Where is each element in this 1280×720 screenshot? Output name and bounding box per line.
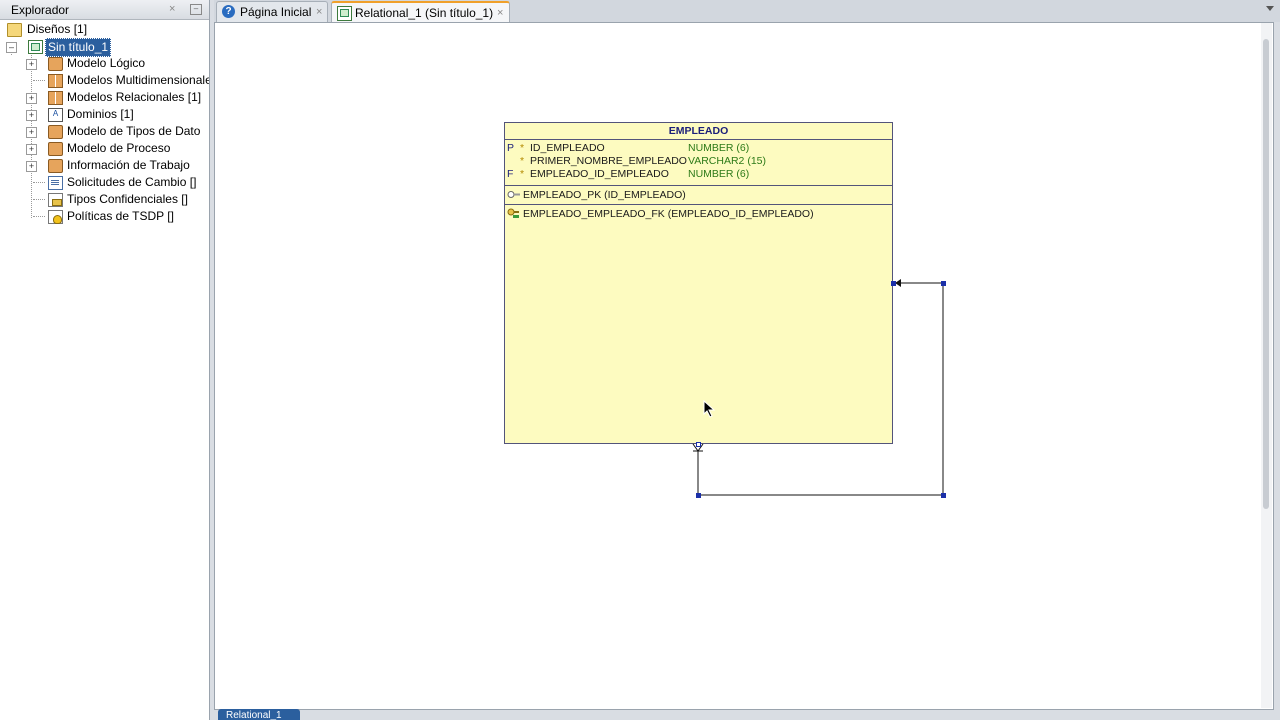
tab-list-dropdown-icon[interactable] xyxy=(1265,4,1275,12)
tab-close-button[interactable]: × xyxy=(316,2,322,23)
tree-item-designs[interactable]: Diseños [1] xyxy=(0,21,209,38)
tree-connector xyxy=(33,216,45,217)
connector-handle[interactable] xyxy=(941,281,946,286)
tree-item-change-requests[interactable]: Solicitudes de Cambio [] xyxy=(0,174,209,191)
connector-handle[interactable] xyxy=(696,442,701,447)
tab-relational-diagram[interactable]: Relational_1 (Sin título_1) × xyxy=(331,1,510,22)
column-type: NUMBER (6) xyxy=(688,142,750,154)
collapse-icon[interactable]: – xyxy=(6,42,17,53)
tree-item-tsdp-policies[interactable]: Políticas de TSDP [] xyxy=(0,208,209,225)
tree-item-label: Políticas de TSDP [] xyxy=(67,209,174,223)
scrollbar-thumb[interactable] xyxy=(1263,39,1269,509)
tree-item-business-info[interactable]: + Información de Trabajo xyxy=(0,157,209,174)
editor-tab-bar: ? Página Inicial × Relational_1 (Sin tít… xyxy=(214,0,1280,22)
column-row[interactable]: F * EMPLEADO_ID_EMPLEADO NUMBER (6) xyxy=(505,168,892,181)
tree-item-relational-models[interactable]: + Modelos Relacionales [1] xyxy=(0,89,209,106)
column-key-flag: F xyxy=(507,168,514,180)
tab-close-button[interactable]: × xyxy=(497,3,503,24)
explorer-close-button[interactable]: × xyxy=(169,3,175,15)
help-icon: ? xyxy=(222,5,235,18)
column-name: EMPLEADO_ID_EMPLEADO xyxy=(530,168,669,180)
column-type: NUMBER (6) xyxy=(688,168,750,180)
design-icon xyxy=(28,40,43,54)
expand-icon[interactable]: + xyxy=(26,127,37,138)
table-empleado[interactable]: EMPLEADO P * ID_EMPLEADO NUMBER (6) * PR… xyxy=(504,122,893,444)
connector-handle[interactable] xyxy=(941,493,946,498)
expand-icon[interactable]: + xyxy=(26,144,37,155)
tree-item-label: Solicitudes de Cambio [] xyxy=(67,175,197,189)
table-columns: P * ID_EMPLEADO NUMBER (6) * PRIMER_NOMB… xyxy=(505,140,892,186)
tree-item-domains[interactable]: + A Dominios [1] xyxy=(0,106,209,123)
column-required-flag: * xyxy=(520,168,525,180)
tab-label: Relational_1 (Sin título_1) xyxy=(355,6,494,20)
diagram-canvas[interactable]: EMPLEADO P * ID_EMPLEADO NUMBER (6) * PR… xyxy=(217,25,1263,707)
tree-item-label: Diseños [1] xyxy=(27,22,88,36)
mouse-cursor-icon xyxy=(703,400,716,418)
tree-connector xyxy=(33,199,45,200)
relational-models-icon xyxy=(48,91,63,105)
process-model-icon xyxy=(48,142,63,156)
multidimensional-icon xyxy=(48,74,63,88)
tree-item-process-model[interactable]: + Modelo de Proceso xyxy=(0,140,209,157)
primary-key-label: EMPLEADO_PK (ID_EMPLEADO) xyxy=(523,189,686,201)
sensitive-types-icon xyxy=(48,193,63,207)
explorer-header: Explorador × – xyxy=(0,0,209,20)
tree-item-design-untitled[interactable]: – Sin título_1 xyxy=(0,38,209,57)
tab-label: Página Inicial xyxy=(240,5,312,19)
tree-item-datatypes-model[interactable]: + Modelo de Tipos de Dato xyxy=(0,123,209,140)
column-key-flag: P xyxy=(507,142,515,154)
tree-item-label: Modelos Multidimensionales xyxy=(67,73,209,87)
explorer-panel: Explorador × – Diseños [1] – Sin título_… xyxy=(0,0,210,720)
change-requests-icon xyxy=(48,176,63,190)
bottom-diagram-tab[interactable]: Relational_1 xyxy=(218,709,300,720)
domains-icon: A xyxy=(48,108,63,122)
tree-item-label: Información de Trabajo xyxy=(67,158,190,172)
tree-connector xyxy=(33,182,45,183)
connector-handle[interactable] xyxy=(891,281,896,286)
tab-start-page[interactable]: ? Página Inicial × xyxy=(216,1,328,22)
connector-handle[interactable] xyxy=(696,493,701,498)
column-required-flag: * xyxy=(520,142,525,154)
foreign-key-icon xyxy=(507,208,519,218)
column-required-flag: * xyxy=(520,155,525,167)
tree-item-label: Dominios [1] xyxy=(67,107,134,121)
tree-connector xyxy=(33,80,45,81)
primary-key-row[interactable]: EMPLEADO_PK (ID_EMPLEADO) xyxy=(505,186,892,205)
vertical-scrollbar[interactable] xyxy=(1261,23,1272,708)
foreign-key-row[interactable]: EMPLEADO_EMPLEADO_FK (EMPLEADO_ID_EMPLEA… xyxy=(505,205,892,223)
explorer-minimize-button[interactable]: – xyxy=(190,4,202,15)
tree-item-label: Modelo Lógico xyxy=(67,56,146,70)
column-name: ID_EMPLEADO xyxy=(530,142,605,154)
tree-item-label: Modelo de Proceso xyxy=(67,141,171,155)
tree-item-label: Modelo de Tipos de Dato xyxy=(67,124,201,138)
business-info-icon xyxy=(48,159,63,173)
relational-diagram-icon xyxy=(337,6,352,21)
expand-icon[interactable]: + xyxy=(26,93,37,104)
column-type: VARCHAR2 (15) xyxy=(688,155,766,167)
tree-item-logical-model[interactable]: + Modelo Lógico xyxy=(0,55,209,72)
tree-item-label: Tipos Confidenciales [] xyxy=(67,192,188,206)
table-name: EMPLEADO xyxy=(505,123,892,140)
folder-icon xyxy=(7,23,22,37)
tree-item-label: Modelos Relacionales [1] xyxy=(67,90,202,104)
column-name: PRIMER_NOMBRE_EMPLEADO xyxy=(530,155,687,167)
column-row[interactable]: * PRIMER_NOMBRE_EMPLEADO VARCHAR2 (15) xyxy=(505,155,892,168)
tree-item-sensitive-types[interactable]: Tipos Confidenciales [] xyxy=(0,191,209,208)
datatypes-model-icon xyxy=(48,125,63,139)
expand-icon[interactable]: + xyxy=(26,59,37,70)
primary-key-icon xyxy=(507,191,520,198)
tree-item-multidimensional-models[interactable]: Modelos Multidimensionales xyxy=(0,72,209,89)
tsdp-policies-icon xyxy=(48,210,63,224)
explorer-title: Explorador xyxy=(11,3,70,17)
expand-icon[interactable]: + xyxy=(26,161,37,172)
column-row[interactable]: P * ID_EMPLEADO NUMBER (6) xyxy=(505,142,892,155)
foreign-key-label: EMPLEADO_EMPLEADO_FK (EMPLEADO_ID_EMPLEA… xyxy=(523,208,814,220)
diagram-canvas-frame: EMPLEADO P * ID_EMPLEADO NUMBER (6) * PR… xyxy=(214,22,1274,710)
expand-icon[interactable]: + xyxy=(26,110,37,121)
logical-model-icon xyxy=(48,57,63,71)
